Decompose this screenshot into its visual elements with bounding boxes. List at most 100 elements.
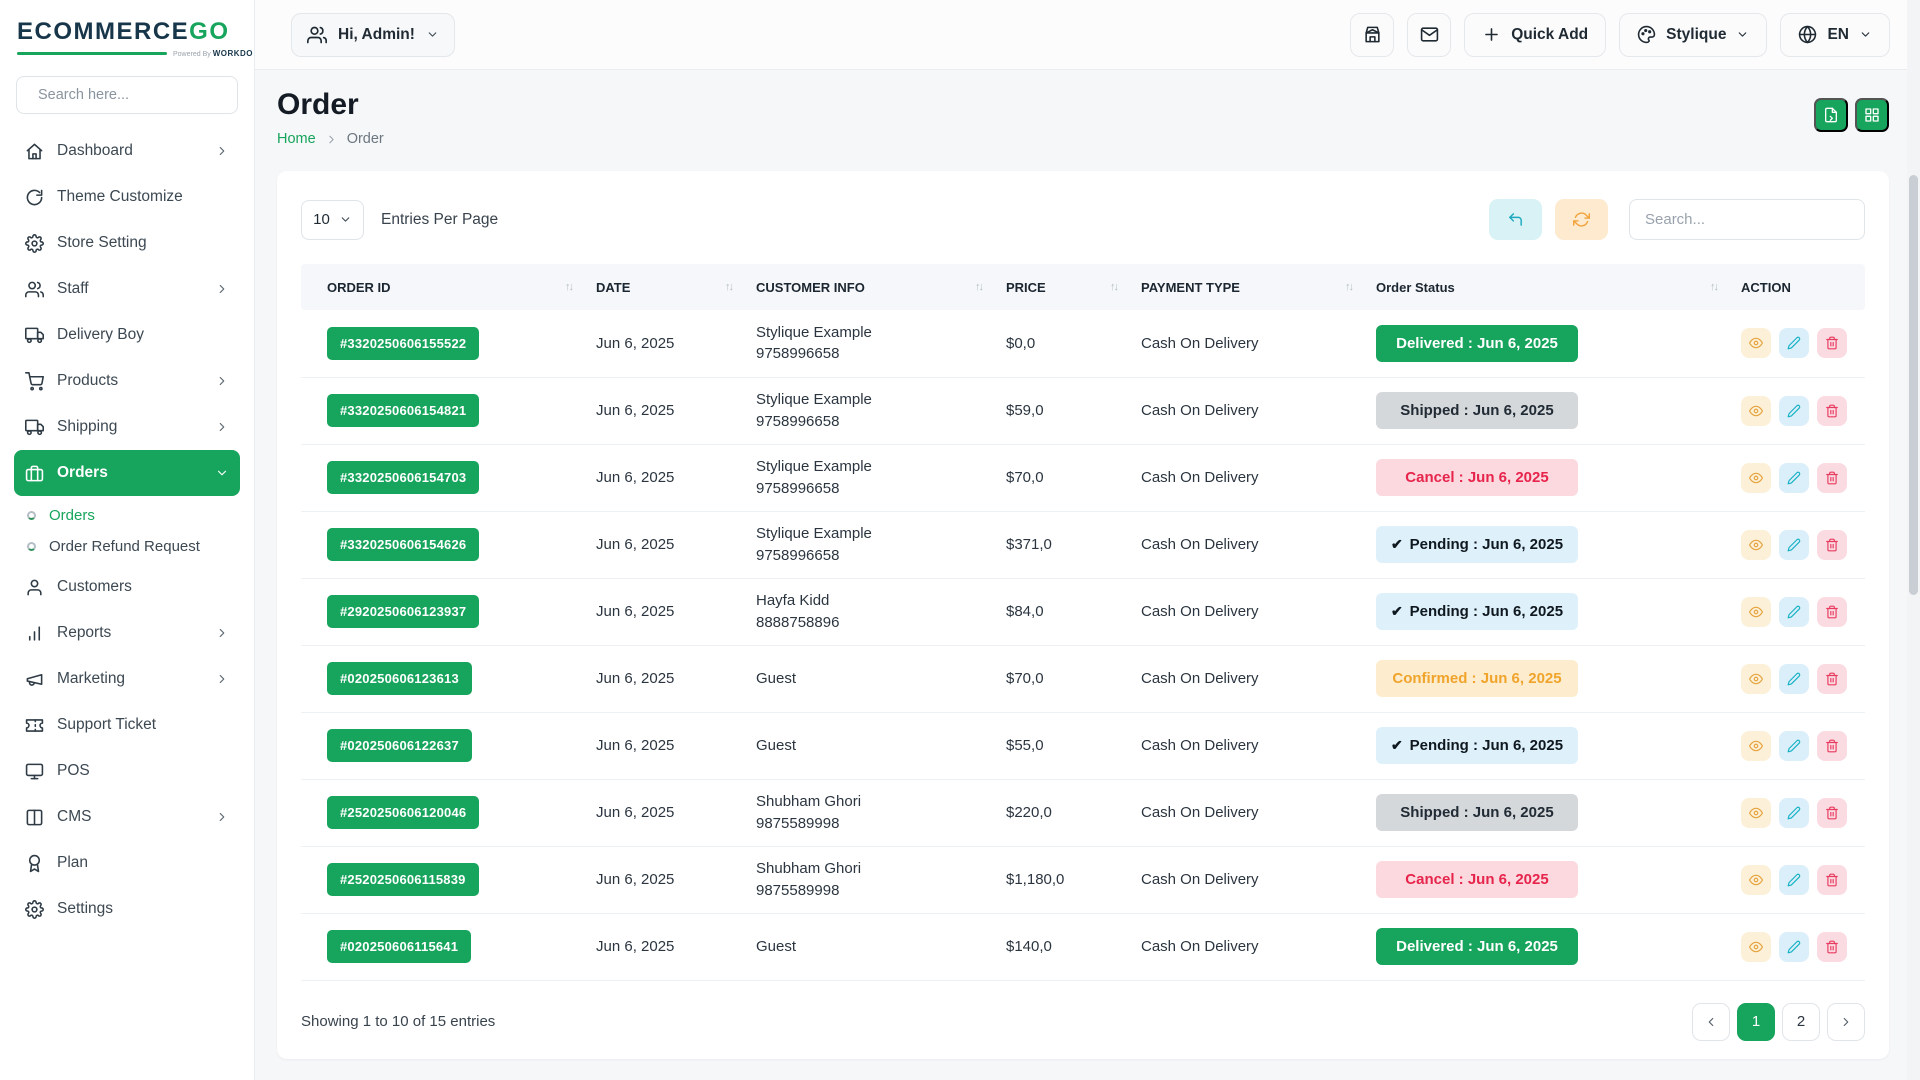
order-id-badge[interactable]: #020250606115641 [327, 930, 471, 963]
grid-icon [1864, 107, 1880, 123]
view-order-button[interactable] [1741, 865, 1771, 895]
delete-order-button[interactable] [1817, 396, 1847, 426]
sidebar-item-customers[interactable]: Customers [14, 564, 240, 610]
sidebar-item-store-setting[interactable]: Store Setting [14, 220, 240, 266]
sidebar-item-pos[interactable]: POS [14, 748, 240, 794]
order-id-badge[interactable]: #3320250606154821 [327, 394, 479, 427]
quick-add-button[interactable]: Quick Add [1464, 13, 1606, 57]
table-search-input[interactable] [1629, 199, 1865, 240]
page-1-button[interactable]: 1 [1737, 1003, 1775, 1041]
view-order-button[interactable] [1741, 664, 1771, 694]
delete-order-button[interactable] [1817, 530, 1847, 560]
sidebar-item-staff[interactable]: Staff [14, 266, 240, 312]
sidebar-item-theme-customize[interactable]: Theme Customize [14, 174, 240, 220]
delete-order-button[interactable] [1817, 731, 1847, 761]
edit-order-button[interactable] [1779, 396, 1809, 426]
col-header-price[interactable]: PRICE↑↓ [996, 264, 1131, 310]
export-button[interactable] [1814, 98, 1848, 132]
order-price: $84,0 [996, 578, 1131, 645]
delete-order-button[interactable] [1817, 865, 1847, 895]
submenu-item-order-refund-request[interactable]: Order Refund Request [14, 531, 240, 562]
main-area: Hi, Admin! Quick Add Stylique [255, 0, 1920, 1080]
edit-order-button[interactable] [1779, 328, 1809, 358]
view-order-button[interactable] [1741, 597, 1771, 627]
sidebar-item-label: Products [57, 372, 118, 390]
chevron-down-icon [1859, 28, 1872, 41]
sidebar-item-support-ticket[interactable]: Support Ticket [14, 702, 240, 748]
language-select-button[interactable]: EN [1780, 13, 1890, 57]
customer-phone: 9758996658 [756, 343, 986, 365]
order-id-badge[interactable]: #3320250606155522 [327, 327, 479, 360]
sidebar-item-settings[interactable]: Settings [14, 886, 240, 932]
order-id-badge[interactable]: #2520250606115839 [327, 863, 479, 896]
edit-order-button[interactable] [1779, 463, 1809, 493]
sidebar-item-label: Reports [57, 624, 111, 642]
col-header-date[interactable]: DATE↑↓ [586, 264, 746, 310]
table-row: #020250606123613 Jun 6, 2025 Guest $70,0… [301, 645, 1865, 712]
storefront-button[interactable] [1350, 13, 1394, 57]
delete-order-button[interactable] [1817, 664, 1847, 694]
col-header-order-id[interactable]: ORDER ID↑↓ [301, 264, 586, 310]
page-2-button[interactable]: 2 [1782, 1003, 1820, 1041]
delete-order-button[interactable] [1817, 597, 1847, 627]
table-row: #2920250606123937 Jun 6, 2025 Hayfa Kidd… [301, 578, 1865, 645]
next-page-button[interactable] [1827, 1003, 1865, 1041]
breadcrumb: Home Order [277, 131, 384, 147]
edit-order-button[interactable] [1779, 530, 1809, 560]
edit-order-button[interactable] [1779, 865, 1809, 895]
pagination: 1 2 [1692, 1003, 1865, 1041]
view-order-button[interactable] [1741, 731, 1771, 761]
view-order-button[interactable] [1741, 328, 1771, 358]
col-header-customer-info[interactable]: CUSTOMER INFO↑↓ [746, 264, 996, 310]
entries-per-page-select[interactable]: 10 [301, 200, 364, 240]
order-id-badge[interactable]: #3320250606154626 [327, 528, 479, 561]
delete-order-button[interactable] [1817, 798, 1847, 828]
edit-order-button[interactable] [1779, 731, 1809, 761]
grid-view-button[interactable] [1855, 98, 1889, 132]
order-id-badge[interactable]: #2920250606123937 [327, 595, 479, 628]
scrollbar-thumb[interactable] [1909, 175, 1918, 595]
trash-icon [1825, 806, 1839, 820]
order-id-badge[interactable]: #020250606123613 [327, 662, 472, 695]
edit-order-button[interactable] [1779, 664, 1809, 694]
edit-order-button[interactable] [1779, 798, 1809, 828]
theme-select-button[interactable]: Stylique [1619, 13, 1767, 57]
col-header-payment-type[interactable]: PAYMENT TYPE↑↓ [1131, 264, 1366, 310]
sidebar-item-dashboard[interactable]: Dashboard [14, 128, 240, 174]
delete-order-button[interactable] [1817, 932, 1847, 962]
pencil-icon [1787, 806, 1801, 820]
breadcrumb-home-link[interactable]: Home [277, 131, 316, 147]
view-order-button[interactable] [1741, 932, 1771, 962]
page-scrollbar[interactable] [1907, 0, 1920, 1080]
sidebar-item-plan[interactable]: Plan [14, 840, 240, 886]
delete-order-button[interactable] [1817, 463, 1847, 493]
view-order-button[interactable] [1741, 530, 1771, 560]
sidebar-item-shipping[interactable]: Shipping [14, 404, 240, 450]
email-templates-button[interactable] [1407, 13, 1451, 57]
admin-menu-button[interactable]: Hi, Admin! [291, 13, 455, 57]
view-order-button[interactable] [1741, 463, 1771, 493]
prev-page-button[interactable] [1692, 1003, 1730, 1041]
eye-icon [1749, 605, 1763, 619]
pencil-icon [1787, 940, 1801, 954]
submenu-item-orders[interactable]: Orders [14, 500, 240, 531]
view-order-button[interactable] [1741, 798, 1771, 828]
sidebar-item-delivery-boy[interactable]: Delivery Boy [14, 312, 240, 358]
sidebar-item-cms[interactable]: CMS [14, 794, 240, 840]
sidebar-search-input[interactable] [38, 87, 225, 103]
delete-order-button[interactable] [1817, 328, 1847, 358]
col-header-order-status[interactable]: Order Status↑↓ [1366, 264, 1731, 310]
view-order-button[interactable] [1741, 396, 1771, 426]
sidebar-item-orders[interactable]: Orders [14, 450, 240, 496]
user-icon [25, 578, 44, 597]
order-id-badge[interactable]: #020250606122637 [327, 729, 472, 762]
edit-order-button[interactable] [1779, 932, 1809, 962]
order-id-badge[interactable]: #2520250606120046 [327, 796, 479, 829]
order-id-badge[interactable]: #3320250606154703 [327, 461, 479, 494]
sidebar-item-products[interactable]: Products [14, 358, 240, 404]
sidebar-item-reports[interactable]: Reports [14, 610, 240, 656]
edit-order-button[interactable] [1779, 597, 1809, 627]
refresh-button[interactable] [1555, 199, 1608, 240]
sidebar-item-marketing[interactable]: Marketing [14, 656, 240, 702]
undo-filters-button[interactable] [1489, 199, 1542, 240]
